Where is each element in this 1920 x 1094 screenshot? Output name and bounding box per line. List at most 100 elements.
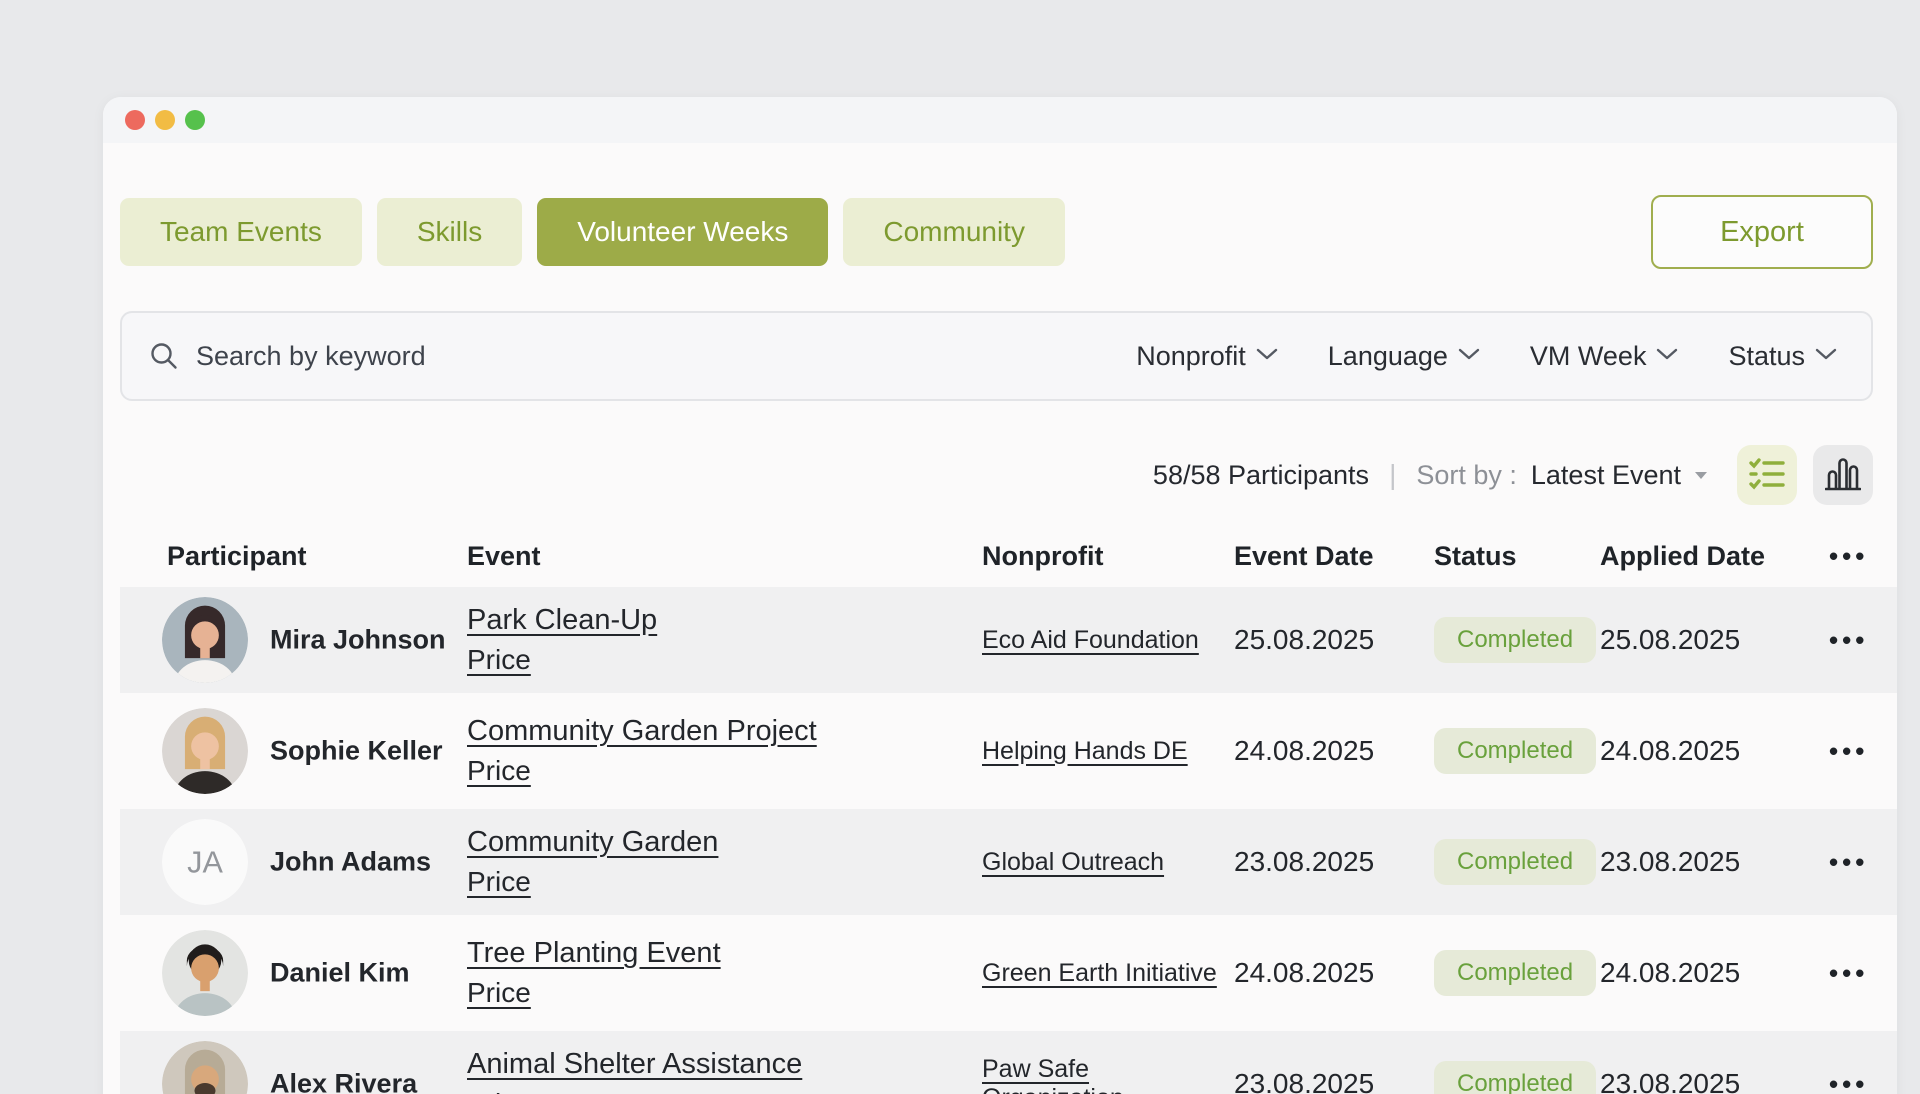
status-badge: Completed xyxy=(1434,1061,1596,1094)
window-titlebar xyxy=(103,97,1897,143)
participant-cell: Daniel Kim xyxy=(120,920,467,1026)
participant-cell: JA John Adams xyxy=(120,809,467,915)
column-header-event-date: Event Date xyxy=(1234,541,1434,572)
column-header-participant: Participant xyxy=(120,541,467,572)
event-link[interactable]: Park Clean-Up xyxy=(467,604,657,637)
event-date: 24.08.2025 xyxy=(1234,735,1434,767)
applied-date: 23.08.2025 xyxy=(1600,846,1829,878)
event-cell: Park Clean-Up Price xyxy=(467,604,982,676)
chevron-down-icon xyxy=(1656,347,1678,366)
minimize-window-icon[interactable] xyxy=(155,110,175,130)
table-header: Participant Event Nonprofit Event Date S… xyxy=(120,525,1897,587)
nonprofit-link[interactable]: Global Outreach xyxy=(982,848,1164,876)
table-body: Mira Johnson Park Clean-Up Price Eco Aid… xyxy=(120,587,1897,1094)
applied-date: 25.08.2025 xyxy=(1600,624,1829,656)
applied-date: 23.08.2025 xyxy=(1600,1068,1829,1094)
close-window-icon[interactable] xyxy=(125,110,145,130)
avatar xyxy=(162,1041,248,1094)
chart-view-button[interactable] xyxy=(1813,445,1873,505)
participant-name: John Adams xyxy=(270,847,431,878)
participant-cell: Alex Rivera xyxy=(120,1031,467,1094)
summary-row: 58/58 Participants | Sort by : Latest Ev… xyxy=(120,445,1873,505)
tab-team-events[interactable]: Team Events xyxy=(120,198,362,266)
status-badge: Completed xyxy=(1434,839,1596,885)
chevron-down-icon xyxy=(1458,347,1480,366)
event-link[interactable]: Community Garden Project xyxy=(467,715,817,748)
participant-cell: Mira Johnson xyxy=(120,587,467,693)
column-header-status: Status xyxy=(1434,541,1600,572)
search-input[interactable] xyxy=(196,341,1136,372)
event-link[interactable]: Community Garden xyxy=(467,826,718,859)
avatar xyxy=(162,708,248,794)
participant-name: Alex Rivera xyxy=(270,1069,417,1094)
table-menu-button[interactable]: ••• xyxy=(1829,541,1897,572)
nonprofit-link[interactable]: Helping Hands DE xyxy=(982,737,1188,765)
tab-volunteer-weeks[interactable]: Volunteer Weeks xyxy=(537,198,828,266)
chevron-down-icon xyxy=(1256,347,1278,366)
participant-cell: Sophie Keller xyxy=(120,698,467,804)
app-window: Team Events Skills Volunteer Weeks Commu… xyxy=(103,97,1897,1094)
event-link[interactable]: Tree Planting Event xyxy=(467,937,721,970)
event-cell: Tree Planting Event Price xyxy=(467,937,982,1009)
sort-by-label: Sort by : xyxy=(1416,460,1517,491)
column-header-nonprofit: Nonprofit xyxy=(982,541,1234,572)
export-button[interactable]: Export xyxy=(1651,195,1873,269)
row-menu-button[interactable]: ••• xyxy=(1829,958,1868,988)
filter-vm-week[interactable]: VM Week xyxy=(1530,341,1679,372)
participant-name: Daniel Kim xyxy=(270,958,410,989)
svg-text:JA: JA xyxy=(187,846,223,880)
table-row: Mira Johnson Park Clean-Up Price Eco Aid… xyxy=(120,587,1897,693)
avatar: JA xyxy=(162,819,248,905)
price-link[interactable]: Price xyxy=(467,866,531,898)
row-menu-button[interactable]: ••• xyxy=(1829,736,1868,766)
status-badge: Completed xyxy=(1434,617,1596,663)
table-row: Alex Rivera Animal Shelter Assistance Pr… xyxy=(120,1031,1897,1094)
event-cell: Community Garden Price xyxy=(467,826,982,898)
row-menu-button[interactable]: ••• xyxy=(1829,1069,1868,1094)
divider: | xyxy=(1389,459,1396,491)
price-link[interactable]: Price xyxy=(467,977,531,1009)
list-view-button[interactable] xyxy=(1737,445,1797,505)
filter-status[interactable]: Status xyxy=(1728,341,1837,372)
price-link[interactable]: Price xyxy=(467,755,531,787)
event-cell: Community Garden Project Price xyxy=(467,715,982,787)
avatar xyxy=(162,930,248,1016)
event-date: 23.08.2025 xyxy=(1234,1068,1434,1094)
event-date: 25.08.2025 xyxy=(1234,624,1434,656)
tabs-row: Team Events Skills Volunteer Weeks Commu… xyxy=(120,195,1873,269)
applied-date: 24.08.2025 xyxy=(1600,957,1829,989)
participant-name: Sophie Keller xyxy=(270,736,443,767)
tab-skills[interactable]: Skills xyxy=(377,198,522,266)
avatar xyxy=(162,597,248,683)
zoom-window-icon[interactable] xyxy=(185,110,205,130)
caret-down-icon xyxy=(1693,470,1709,481)
filters: Nonprofit Language VM Week xyxy=(1136,341,1837,372)
event-date: 24.08.2025 xyxy=(1234,957,1434,989)
nonprofit-link[interactable]: Paw Safe Organization xyxy=(982,1055,1124,1094)
nonprofit-link[interactable]: Eco Aid Foundation xyxy=(982,626,1199,654)
column-header-applied-date: Applied Date xyxy=(1600,541,1829,572)
sort-select[interactable]: Latest Event xyxy=(1531,460,1709,491)
row-menu-button[interactable]: ••• xyxy=(1829,625,1868,655)
filter-nonprofit[interactable]: Nonprofit xyxy=(1136,341,1278,372)
search-icon xyxy=(148,340,180,372)
filter-language[interactable]: Language xyxy=(1328,341,1480,372)
column-header-event: Event xyxy=(467,541,982,572)
status-badge: Completed xyxy=(1434,950,1596,996)
price-link[interactable]: Price xyxy=(467,644,531,676)
tab-community[interactable]: Community xyxy=(843,198,1065,266)
price-link[interactable]: Price xyxy=(467,1088,531,1094)
table-row: JA John Adams Community Garden Price Glo… xyxy=(120,809,1897,915)
table-row: Daniel Kim Tree Planting Event Price Gre… xyxy=(120,920,1897,1026)
table-row: Sophie Keller Community Garden Project P… xyxy=(120,698,1897,804)
participants-count: 58/58 Participants xyxy=(1153,460,1369,491)
event-link[interactable]: Animal Shelter Assistance xyxy=(467,1048,802,1081)
chevron-down-icon xyxy=(1815,347,1837,366)
event-date: 23.08.2025 xyxy=(1234,846,1434,878)
search-bar: Nonprofit Language VM Week xyxy=(120,311,1873,401)
event-cell: Animal Shelter Assistance Price xyxy=(467,1048,982,1094)
nonprofit-link[interactable]: Green Earth Initiative xyxy=(982,959,1217,987)
applied-date: 24.08.2025 xyxy=(1600,735,1829,767)
row-menu-button[interactable]: ••• xyxy=(1829,847,1868,877)
status-badge: Completed xyxy=(1434,728,1596,774)
